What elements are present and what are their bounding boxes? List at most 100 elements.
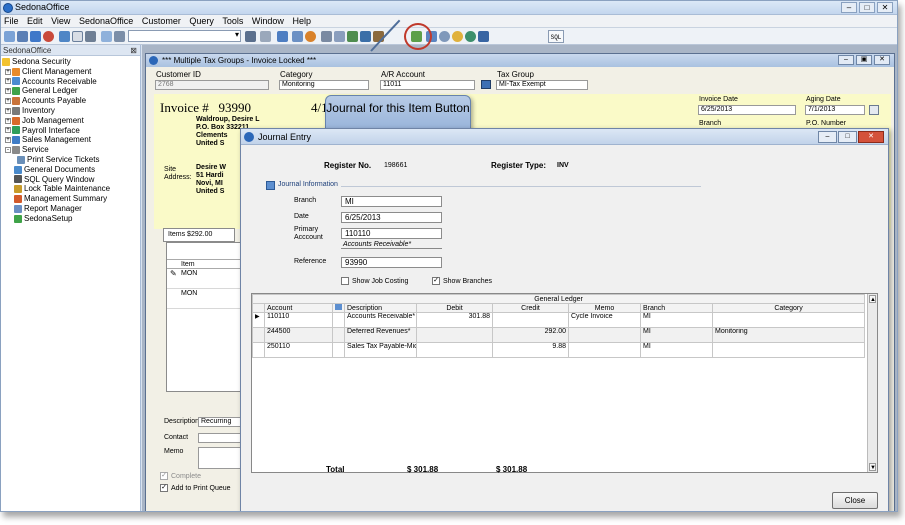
column-header-description[interactable]: Description: [344, 303, 417, 313]
description-cell[interactable]: Sales Tax Payable-Mict: [344, 342, 417, 358]
table-row[interactable]: ✎ MON: [167, 269, 243, 289]
expand-icon[interactable]: +: [5, 88, 11, 95]
scroll-down-icon[interactable]: ▼: [869, 463, 876, 471]
memo-cell[interactable]: Cycle Invoice: [568, 312, 641, 328]
paste-icon[interactable]: [114, 31, 125, 42]
column-header-memo[interactable]: Memo: [568, 303, 641, 313]
invoice-restore-icon[interactable]: ▣: [856, 55, 872, 65]
list-icon[interactable]: [321, 31, 332, 42]
menu-file[interactable]: File: [1, 15, 22, 28]
journal-minimize-icon[interactable]: –: [818, 131, 837, 143]
aging-date-field[interactable]: 7/1/2013: [805, 105, 865, 115]
sidebar-item[interactable]: + Job Management: [1, 116, 140, 126]
menu-query[interactable]: Query: [186, 15, 217, 28]
sidebar-item[interactable]: + General Ledger: [1, 86, 140, 96]
debit-cell[interactable]: 301.88: [416, 312, 493, 328]
close-icon[interactable]: ✕: [877, 2, 893, 13]
table-row[interactable]: 244500 Deferred Revenues* 292.00 MI Moni…: [252, 327, 866, 343]
lookup-cell[interactable]: [332, 342, 345, 358]
save-icon[interactable]: [30, 31, 41, 42]
new-document-icon[interactable]: [72, 31, 83, 42]
menu-tools[interactable]: Tools: [219, 15, 246, 28]
tax-group-field[interactable]: MI-Tax Exempt: [496, 80, 588, 90]
tab-items[interactable]: Items $292.00: [163, 228, 235, 242]
gl-vertical-scrollbar[interactable]: ▲ ▼: [867, 294, 877, 472]
complete-checkbox[interactable]: ✓ Complete: [160, 472, 201, 480]
primary-account-field[interactable]: 110110: [341, 228, 442, 239]
grid-icon[interactable]: [17, 31, 28, 42]
table-row[interactable]: 250110 Sales Tax Payable-Mict 9.88 MI: [252, 342, 866, 358]
contact-field[interactable]: [198, 433, 243, 443]
sidebar-item[interactable]: SQL Query Window: [1, 175, 140, 185]
job-costing-checkbox-box[interactable]: [341, 277, 349, 285]
table-row[interactable]: ▶ 110110 Accounts Receivable* 301.88 Cyc…: [252, 312, 866, 328]
description-cell[interactable]: Accounts Receivable*: [344, 312, 417, 328]
invoice-icon[interactable]: [360, 31, 371, 42]
minimize-icon[interactable]: –: [841, 2, 857, 13]
window-icon[interactable]: [292, 31, 303, 42]
debit-cell[interactable]: [416, 327, 493, 343]
sidebar-item[interactable]: Report Manager: [1, 204, 140, 214]
category-field[interactable]: Monitoring: [279, 80, 369, 90]
journal-close-icon[interactable]: ✕: [858, 131, 884, 143]
show-job-costing-checkbox[interactable]: Show Job Costing: [341, 277, 408, 285]
menu-window[interactable]: Window: [249, 15, 287, 28]
column-header-account[interactable]: Account: [264, 303, 333, 313]
account-cell[interactable]: 250110: [264, 342, 333, 358]
export-icon[interactable]: [347, 31, 358, 42]
menu-view[interactable]: View: [48, 15, 73, 28]
memo-cell[interactable]: [568, 342, 641, 358]
sidebar-item[interactable]: + Payroll Interface: [1, 126, 140, 136]
lookup-cell[interactable]: [332, 327, 345, 343]
people-icon[interactable]: [452, 31, 463, 42]
print-queue-checkbox-box[interactable]: ✓: [160, 484, 168, 492]
print-queue-checkbox[interactable]: ✓ Add to Print Queue: [160, 484, 231, 492]
date-field[interactable]: 6/25/2013: [341, 212, 442, 223]
menu-edit[interactable]: Edit: [24, 15, 46, 28]
column-header-category[interactable]: Category: [711, 303, 866, 313]
column-header-debit[interactable]: Debit: [416, 303, 493, 313]
invoice-minimize-icon[interactable]: –: [838, 55, 854, 65]
show-branches-checkbox[interactable]: ✓ Show Branches: [432, 277, 492, 285]
credit-cell[interactable]: [492, 312, 569, 328]
help-icon[interactable]: [439, 31, 450, 42]
memo-field[interactable]: [198, 447, 243, 469]
column-header-credit[interactable]: Credit: [492, 303, 569, 313]
column-header-branch[interactable]: Branch: [640, 303, 713, 313]
invoice-date-field[interactable]: 6/25/2013: [698, 105, 796, 115]
mail-icon[interactable]: [334, 31, 345, 42]
show-branches-checkbox-box[interactable]: ✓: [432, 277, 440, 285]
expand-icon[interactable]: +: [5, 137, 11, 144]
expand-icon[interactable]: +: [5, 107, 11, 114]
reference-field[interactable]: 93990: [341, 257, 442, 268]
account-lookup-icon[interactable]: [481, 80, 491, 89]
ar-account-field[interactable]: 11011: [380, 80, 475, 90]
debit-cell[interactable]: [416, 342, 493, 358]
menu-sedonaoffice[interactable]: SedonaOffice: [76, 15, 136, 28]
calculator-icon[interactable]: [478, 31, 489, 42]
copy-icon[interactable]: [101, 31, 112, 42]
search-icon[interactable]: [59, 31, 70, 42]
expand-icon[interactable]: +: [5, 127, 11, 134]
account-cell[interactable]: 244500: [264, 327, 333, 343]
expand-icon[interactable]: +: [5, 117, 11, 124]
branch-field[interactable]: MI: [341, 196, 442, 207]
sidebar-item[interactable]: SedonaSetup: [1, 214, 140, 224]
invoice-close-icon[interactable]: ✕: [874, 55, 890, 65]
category-cell[interactable]: [711, 312, 866, 328]
sidebar-item[interactable]: Lock Table Maintenance: [1, 184, 140, 194]
sql-button[interactable]: SQL: [548, 30, 564, 43]
description-cell[interactable]: Deferred Revenues*: [344, 327, 417, 343]
credit-cell[interactable]: 9.88: [492, 342, 569, 358]
calendar-icon[interactable]: [869, 105, 879, 115]
expand-icon[interactable]: +: [5, 78, 11, 85]
sidebar-item[interactable]: + Accounts Receivable: [1, 77, 140, 87]
sidebar-item[interactable]: Sedona Security: [1, 57, 140, 67]
find-icon[interactable]: [245, 31, 256, 42]
scroll-up-icon[interactable]: ▲: [869, 295, 876, 303]
refresh-icon[interactable]: [277, 31, 288, 42]
customer-id-field[interactable]: 2768: [155, 80, 269, 90]
customer-icon[interactable]: [305, 31, 316, 42]
grid-view-icon[interactable]: [260, 31, 271, 42]
sidebar-item[interactable]: + Client Management: [1, 67, 140, 77]
